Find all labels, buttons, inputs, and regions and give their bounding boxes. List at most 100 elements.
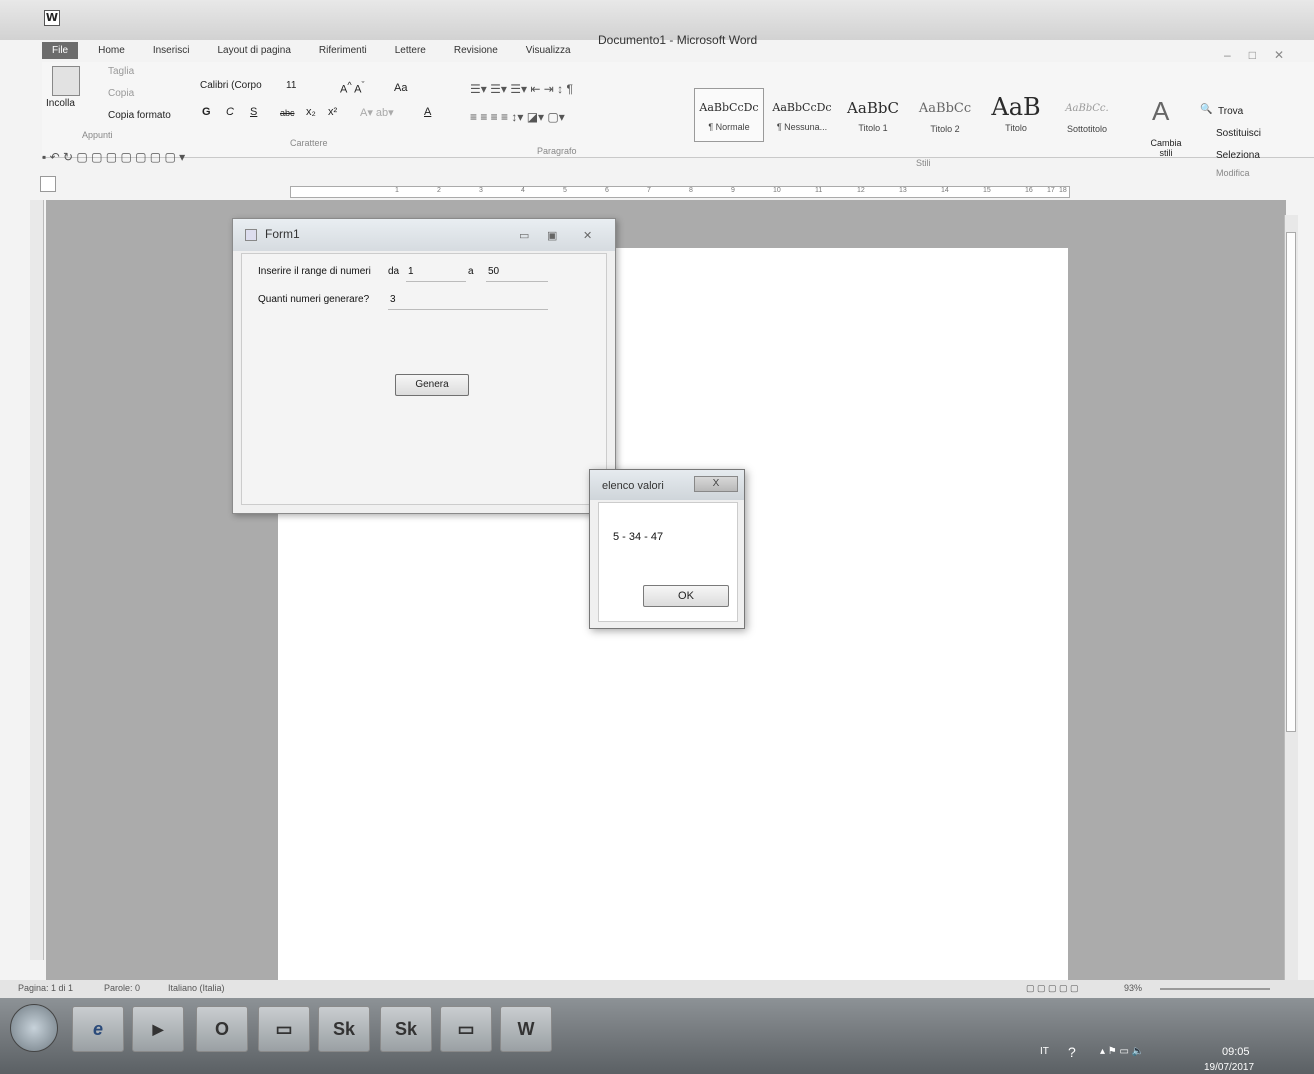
taskbar-outlook-icon[interactable]: O	[196, 1006, 248, 1052]
tab-mailings[interactable]: Lettere	[381, 45, 440, 56]
zoom-level[interactable]: 93%	[1124, 983, 1142, 993]
bullets-icon[interactable]: ☰▾ ☰▾ ☰▾ ⇤ ⇥ ↕ ¶	[470, 82, 573, 96]
form1-window[interactable]: Form1 ▭ ▣ ✕ Inserire il range di numeri …	[232, 218, 616, 514]
tab-review[interactable]: Revisione	[440, 45, 512, 56]
form1-title: Form1	[265, 227, 300, 241]
style-heading-1[interactable]: AaBbC Titolo 1	[840, 88, 906, 142]
horizontal-ruler[interactable]: 1 2 3 4 5 6 7 8 9 10 11 12 13 14 15 16 1…	[290, 186, 1070, 198]
replace-button[interactable]: Sostituisci	[1216, 128, 1261, 139]
format-painter-button[interactable]: Copia formato	[108, 110, 171, 121]
a-input[interactable]: 50	[486, 264, 548, 282]
word-app-icon[interactable]: W	[44, 10, 60, 26]
grow-font-icon[interactable]: A^ Aˇ	[340, 80, 365, 96]
tab-file[interactable]: File	[42, 41, 79, 59]
clock-time[interactable]: 09:05	[1222, 1046, 1250, 1058]
taskbar-explorer-icon[interactable]: ▭	[258, 1006, 310, 1052]
font-name-select[interactable]: Calibri (Corpo	[200, 80, 262, 91]
paste-button[interactable]: Incolla	[46, 98, 75, 109]
ruler-number: 6	[605, 187, 609, 194]
minimize-icon[interactable]: ▭	[519, 229, 529, 242]
close-icon[interactable]: X	[694, 476, 738, 492]
strikethrough-button[interactable]: abc	[280, 108, 295, 118]
messagebox-title-bar[interactable]: elenco valori X	[590, 470, 744, 500]
maximize-icon[interactable]: □	[1249, 48, 1274, 62]
da-input[interactable]: 1	[406, 264, 466, 282]
ruler-number: 13	[899, 187, 907, 194]
word-count[interactable]: Parole: 0	[104, 983, 140, 993]
page-count[interactable]: Pagina: 1 di 1	[18, 983, 73, 993]
style-normal[interactable]: AaBbCcDc ¶ Normale	[694, 88, 764, 142]
taskbar-sk-icon-2[interactable]: Sk	[380, 1006, 432, 1052]
style-no-spacing-name: ¶ Nessuna...	[776, 122, 828, 132]
font-size-select[interactable]: 11	[286, 80, 296, 91]
style-no-spacing-preview: AaBbCcDc	[772, 101, 832, 114]
taskbar-app-icon[interactable]: ▭	[440, 1006, 492, 1052]
paragraph-controls[interactable]: ☰▾ ☰▾ ☰▾ ⇤ ⇥ ↕ ¶ ≡ ≡ ≡ ≡ ↕▾ ◪▾ ▢▾	[470, 82, 682, 132]
taskbar-ie-icon[interactable]: e	[72, 1006, 124, 1052]
taskbar-sk-icon-1[interactable]: Sk	[318, 1006, 370, 1052]
find-button[interactable]: Trova	[1218, 106, 1243, 117]
change-case-button[interactable]: Aa	[394, 82, 407, 94]
tab-home[interactable]: Home	[84, 45, 139, 56]
messagebox-body: 5 - 34 - 47 OK	[598, 502, 738, 622]
tab-insert[interactable]: Inserisci	[139, 45, 204, 56]
ruler-number: 18	[1059, 187, 1067, 194]
count-input[interactable]: 3	[388, 292, 548, 310]
style-normal-preview: AaBbCcDc	[699, 101, 759, 114]
language-indicator[interactable]: IT	[1040, 1046, 1049, 1057]
ruler-number: 12	[857, 187, 865, 194]
select-button[interactable]: Seleziona	[1216, 150, 1260, 161]
paste-icon[interactable]	[52, 66, 80, 96]
undo-icon[interactable]: ↶	[50, 150, 60, 164]
taskbar-media-icon[interactable]: ▶	[132, 1006, 184, 1052]
scrollbar-thumb[interactable]	[1286, 232, 1296, 732]
window-controls[interactable]: –□✕	[1224, 48, 1302, 62]
clock-date[interactable]: 19/07/2017	[1204, 1062, 1254, 1073]
help-icon[interactable]: ?	[1068, 1044, 1076, 1060]
find-icon[interactable]: 🔍	[1200, 104, 1212, 115]
close-icon[interactable]: ✕	[1274, 48, 1302, 62]
copy-button[interactable]: Copia	[108, 88, 134, 99]
messagebox-dialog[interactable]: elenco valori X 5 - 34 - 47 OK	[589, 469, 745, 629]
alignment-icon[interactable]: ≡ ≡ ≡ ≡ ↕▾ ◪▾ ▢▾	[470, 110, 565, 124]
ok-button[interactable]: OK	[643, 585, 729, 607]
styles-group-label: Stili	[916, 158, 931, 168]
taskbar-word-icon[interactable]: W	[500, 1006, 552, 1052]
start-button[interactable]	[10, 1004, 58, 1052]
bold-button[interactable]: G	[202, 106, 211, 118]
ruler-number: 1	[395, 187, 399, 194]
redo-icon[interactable]: ↻	[63, 150, 73, 164]
style-no-spacing[interactable]: AaBbCcDc ¶ Nessuna...	[768, 88, 836, 142]
ruler-number: 3	[479, 187, 483, 194]
language-indicator[interactable]: Italiano (Italia)	[168, 983, 225, 993]
form1-title-bar[interactable]: Form1 ▭ ▣ ✕	[233, 219, 615, 251]
underline-button[interactable]: S	[250, 106, 257, 118]
save-icon[interactable]: ▪	[42, 150, 46, 164]
tab-page-layout[interactable]: Layout di pagina	[204, 45, 305, 56]
tab-selector[interactable]	[40, 176, 56, 192]
highlight-icon[interactable]: A▾ ab▾	[360, 106, 394, 119]
tab-references[interactable]: Riferimenti	[305, 45, 381, 56]
maximize-icon[interactable]: ▣	[547, 229, 557, 242]
tray-icons[interactable]: ▴ ⚑ ▭ 🔈	[1100, 1046, 1144, 1057]
subscript-button[interactable]: x₂	[306, 106, 316, 118]
close-icon[interactable]: ✕	[583, 229, 592, 242]
qat-tools-icon[interactable]: ▢ ▢ ▢ ▢ ▢ ▢ ▢ ▾	[76, 150, 185, 164]
tab-view[interactable]: Visualizza	[512, 45, 585, 56]
vertical-ruler[interactable]	[30, 200, 44, 960]
change-styles-icon[interactable]: A	[1152, 96, 1169, 127]
style-heading-2[interactable]: AaBbCc Titolo 2	[910, 88, 980, 142]
zoom-slider[interactable]	[1160, 988, 1270, 990]
quick-access-toolbar[interactable]: ▪ ↶ ↻ ▢ ▢ ▢ ▢ ▢ ▢ ▢ ▾	[42, 150, 185, 170]
style-subtitle[interactable]: AaBbCc. Sottotitolo	[1052, 88, 1122, 142]
style-title[interactable]: AaB Titolo	[984, 88, 1048, 142]
minimize-icon[interactable]: –	[1224, 48, 1249, 62]
cut-button[interactable]: Taglia	[108, 66, 134, 77]
view-buttons-icon[interactable]: ▢ ▢ ▢ ▢ ▢	[1026, 983, 1079, 994]
messagebox-title: elenco valori	[602, 480, 664, 492]
font-color-button[interactable]: A	[424, 106, 431, 118]
italic-button[interactable]: C	[226, 106, 234, 118]
genera-button[interactable]: Genera	[395, 374, 469, 396]
superscript-button[interactable]: x²	[328, 106, 337, 118]
change-styles-button[interactable]: Cambia stili	[1146, 138, 1186, 158]
